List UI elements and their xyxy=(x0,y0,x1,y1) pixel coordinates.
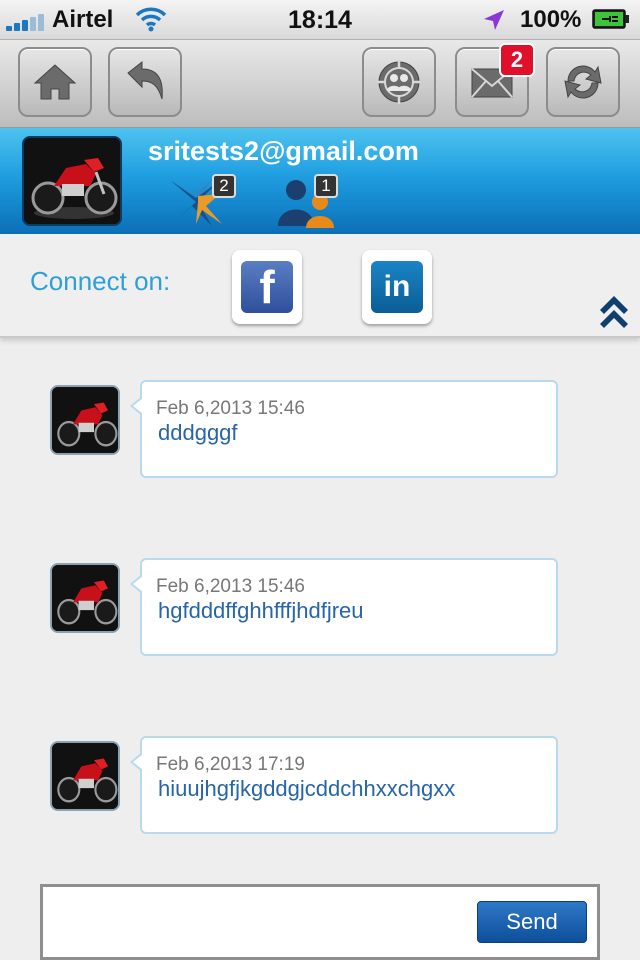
connect-bar: Connect on: f in xyxy=(0,234,640,338)
compose-bar: Send xyxy=(40,884,600,960)
linkedin-icon: in xyxy=(371,261,423,313)
connect-label: Connect on: xyxy=(30,266,171,296)
contacts-button[interactable] xyxy=(362,47,436,117)
message-item: Feb 6,2013 17:19 hiuujhgfjkgddgjcddchhxx… xyxy=(48,736,558,836)
network-count: 2 xyxy=(212,174,236,198)
send-button[interactable]: Send xyxy=(477,901,587,943)
sender-avatar[interactable] xyxy=(50,741,120,811)
messages-button[interactable]: 2 xyxy=(455,43,535,117)
friends-count: 1 xyxy=(314,174,338,198)
motorcycle-image xyxy=(24,138,120,224)
message-bubble[interactable]: Feb 6,2013 15:46 dddgggf xyxy=(130,380,558,478)
motorcycle-image xyxy=(52,565,118,631)
back-button[interactable] xyxy=(108,47,182,117)
facebook-icon: f xyxy=(241,261,293,313)
battery-percentage: 100% xyxy=(520,6,582,33)
location-arrow-icon xyxy=(484,10,504,30)
message-item: Feb 6,2013 15:46 hgfdddffghhfffjhdfjreu xyxy=(48,558,558,658)
back-arrow-icon xyxy=(127,60,163,100)
top-toolbar: 2 xyxy=(0,40,640,128)
refresh-icon xyxy=(564,65,602,99)
sender-avatar[interactable] xyxy=(50,385,120,455)
message-bubble[interactable]: Feb 6,2013 17:19 hiuujhgfjkgddgjcddchhxx… xyxy=(130,736,558,834)
sender-avatar[interactable] xyxy=(50,563,120,633)
network-link[interactable]: 2 xyxy=(168,172,236,228)
message-bubble[interactable]: Feb 6,2013 15:46 hgfdddffghhfffjhdfjreu xyxy=(130,558,558,656)
message-timestamp: Feb 6,2013 15:46 xyxy=(156,398,305,419)
friends-link[interactable]: 1 xyxy=(276,172,338,228)
message-input[interactable] xyxy=(51,897,471,947)
collapse-chevron-icon[interactable] xyxy=(598,290,630,330)
home-button[interactable] xyxy=(18,47,92,117)
profile-email: sritests2@gmail.com xyxy=(148,136,419,166)
motorcycle-image xyxy=(52,387,118,453)
motorcycle-image xyxy=(52,743,118,809)
message-text: dddgggf xyxy=(158,420,238,445)
unread-messages-badge: 2 xyxy=(499,43,535,77)
message-item: Feb 6,2013 15:46 dddgggf xyxy=(48,380,558,480)
message-text: hgfdddffghhfffjhdfjreu xyxy=(158,598,364,623)
home-icon xyxy=(33,64,77,100)
battery-icon xyxy=(592,9,629,29)
status-bar: Airtel 18:14 100% xyxy=(0,0,640,40)
message-timestamp: Feb 6,2013 17:19 xyxy=(156,754,305,775)
profile-header: sritests2@gmail.com 2 1 xyxy=(0,128,640,234)
facebook-button[interactable]: f xyxy=(232,250,302,324)
profile-avatar[interactable] xyxy=(22,136,122,226)
message-timestamp: Feb 6,2013 15:46 xyxy=(156,576,305,597)
refresh-button[interactable] xyxy=(546,47,620,117)
group-target-icon xyxy=(377,60,421,104)
linkedin-button[interactable]: in xyxy=(362,250,432,324)
message-text: hiuujhgfjkgddgjcddchhxxchgxx xyxy=(158,776,456,801)
